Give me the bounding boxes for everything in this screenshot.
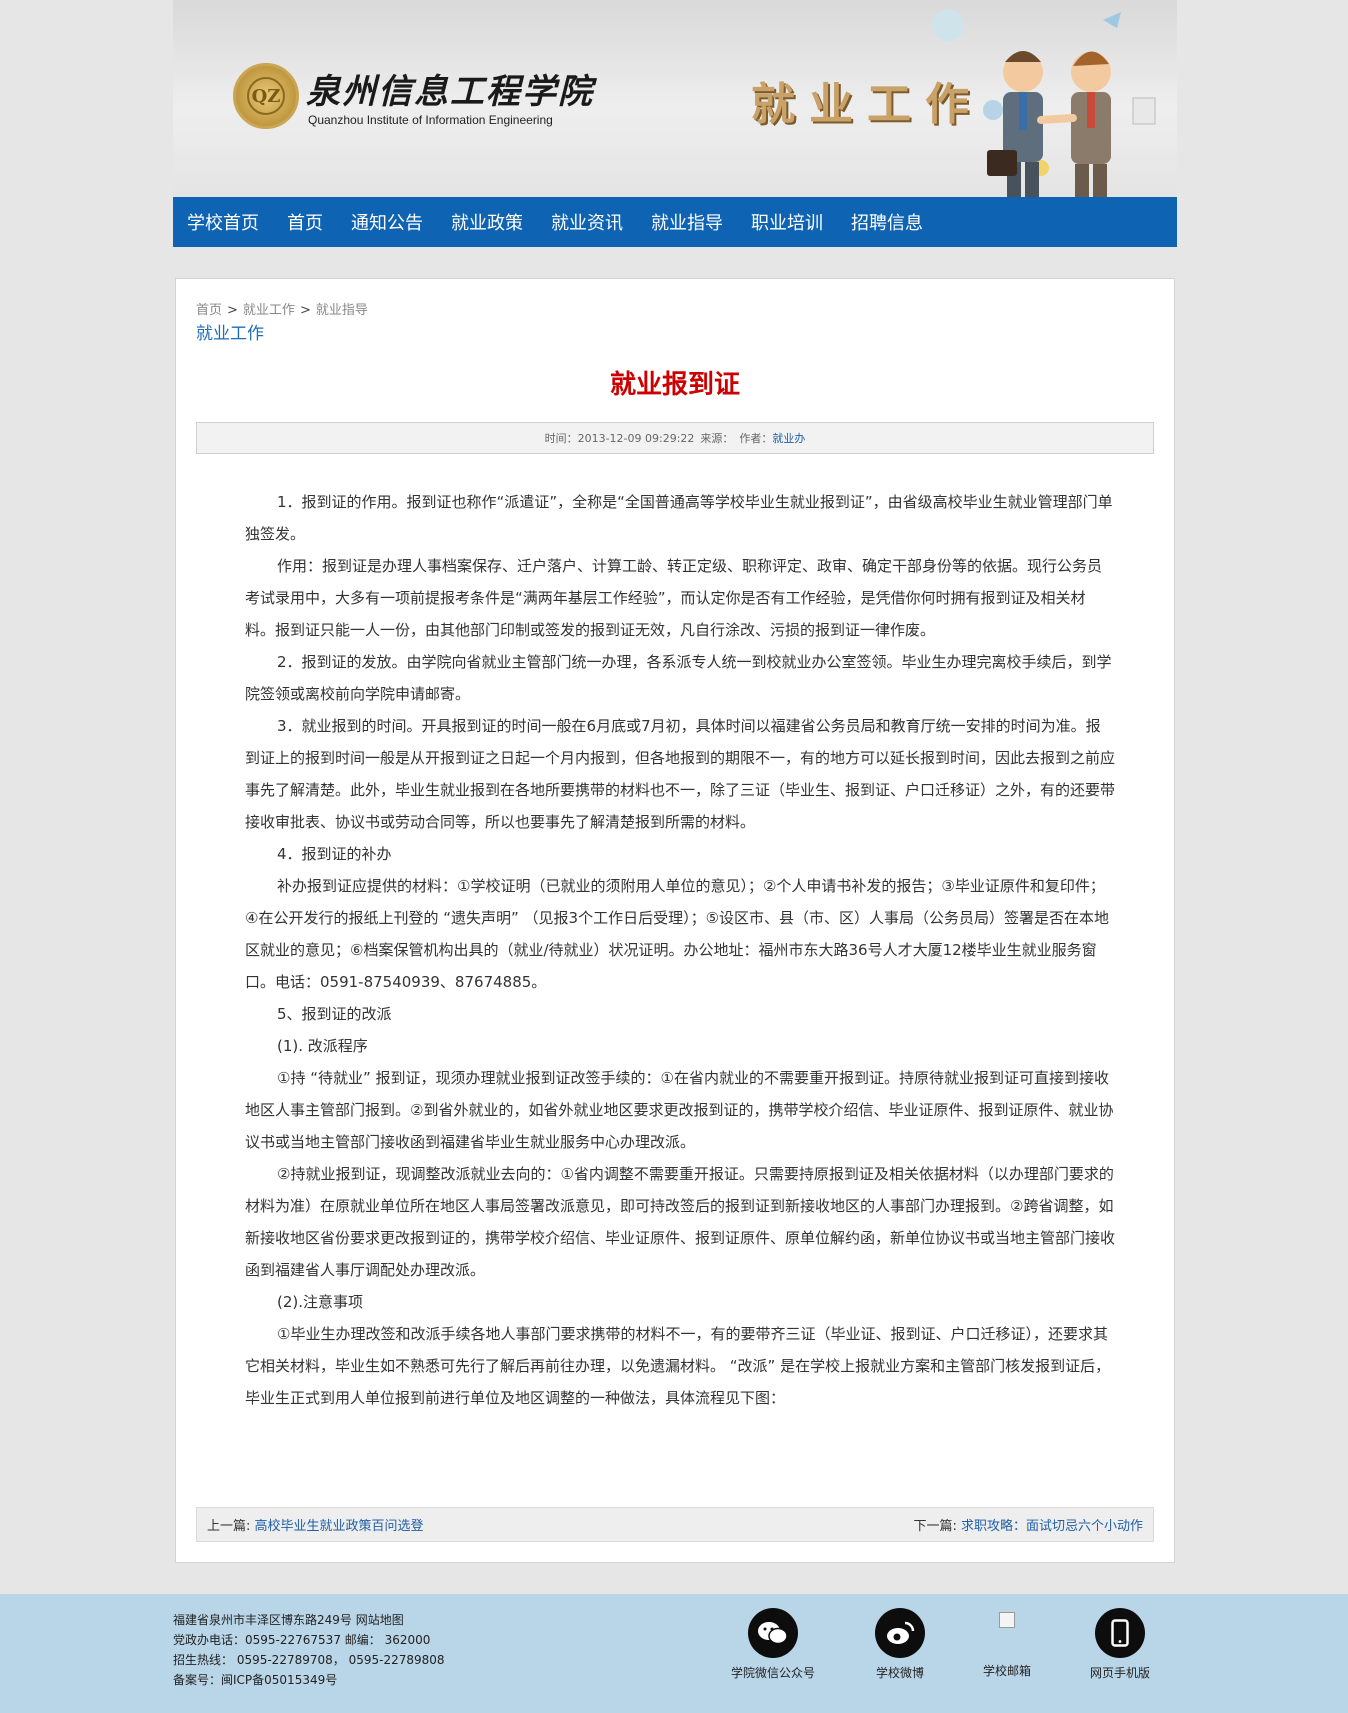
meta-author-label: 作者： xyxy=(739,432,773,445)
school-name-cn: 泉州信息工程学院 xyxy=(306,72,594,112)
article-meta: 时间： 2013-12-09 09:29:22 来源： 作者： 就业办 xyxy=(196,422,1154,454)
meta-time: 2013-12-09 09:29:22 xyxy=(577,431,695,445)
breadcrumb-guidance[interactable]: 就业指导 xyxy=(316,303,368,318)
article-paragraph: ②持就业报到证，现调整改派就业去向的：①省内调整不需要重开报证。只需要持原报到证… xyxy=(245,1165,1116,1279)
footer-mobile[interactable]: 网页手机版 xyxy=(1065,1608,1175,1681)
footer-mobile-label: 网页手机版 xyxy=(1089,1666,1150,1680)
nav-employment-policy[interactable]: 就业政策 xyxy=(451,209,523,235)
breadcrumb-separator: > xyxy=(227,303,238,318)
article-paragraph: ①持 “待就业” 报到证，现须办理就业报到证改签手续的：①在省内就业的不需要重开… xyxy=(245,1069,1114,1151)
article-paragraph: 5、报到证的改派 xyxy=(277,1005,392,1023)
school-seal-inner: QZ xyxy=(247,77,285,115)
footer-info: 福建省泉州市丰泽区博东路249号 网站地图 党政办电话：0595-2276753… xyxy=(173,1610,445,1690)
breadcrumb-separator: > xyxy=(299,303,311,318)
article-paragraph: 2．报到证的发放。由学院向省就业主管部门统一办理，各系派专人统一到校就业办公室签… xyxy=(245,653,1112,703)
header-banner: QZ 泉州信息工程学院 Quanzhou Institute of Inform… xyxy=(173,0,1177,197)
footer-admissions: 招生热线： 0595-22789708， 0595-22789808 xyxy=(173,1653,445,1667)
weibo-icon xyxy=(875,1608,925,1658)
mobile-phone-icon xyxy=(1095,1608,1145,1658)
meta-source-label: 来源： xyxy=(700,432,734,445)
nav-home[interactable]: 首页 xyxy=(287,209,323,235)
school-seal-logo[interactable]: QZ xyxy=(233,63,299,129)
article-paragraph: (2).注意事项 xyxy=(277,1293,364,1311)
footer: 福建省泉州市丰泽区博东路249号 网站地图 党政办电话：0595-2276753… xyxy=(0,1594,1348,1713)
footer-wechat-label: 学院微信公众号 xyxy=(730,1666,815,1680)
article-title: 就业报到证 xyxy=(609,370,740,400)
breadcrumb: 首页 > 就业工作 > 就业指导 xyxy=(196,299,368,318)
article-paragraph: 作用：报到证是办理人事档案保存、迁户落户、计算工龄、转正定级、职称评定、政审、确… xyxy=(245,557,1103,639)
next-article-link[interactable]: 求职攻略：面试切忌六个小动作 xyxy=(961,1519,1143,1534)
prev-label: 上一篇: xyxy=(207,1519,251,1534)
meta-author[interactable]: 就业办 xyxy=(772,430,805,446)
footer-address: 福建省泉州市丰泽区博东路249号 网站地图 xyxy=(173,1613,404,1627)
nav-employment-guidance[interactable]: 就业指导 xyxy=(651,209,723,235)
wechat-icon xyxy=(748,1608,798,1658)
section-name: 就业工作 xyxy=(196,324,264,344)
article-paragraph: 1．报到证的作用。报到证也称作“派遣证”，全称是“全国普通高等学校毕业生就业报到… xyxy=(245,493,1113,543)
nav-recruitment-info[interactable]: 招聘信息 xyxy=(851,209,923,235)
main-nav: 学校首页 首页 通知公告 就业政策 就业资讯 就业指导 职业培训 招聘信息 xyxy=(173,197,1177,247)
footer-wechat[interactable]: 学院微信公众号 xyxy=(718,1608,828,1681)
nav-notices[interactable]: 通知公告 xyxy=(351,209,423,235)
article-body: 1．报到证的作用。报到证也称作“派遣证”，全称是“全国普通高等学校毕业生就业报到… xyxy=(245,486,1115,1414)
footer-weibo-label: 学校微博 xyxy=(875,1666,924,1680)
prev-article: 上一篇: 高校毕业生就业政策百问选登 xyxy=(207,1515,424,1534)
article-paragraph: ①毕业生办理改签和改派手续各地人事部门要求携带的材料不一，有的要带齐三证（毕业证… xyxy=(245,1325,1111,1407)
meta-time-label: 时间： xyxy=(544,432,578,445)
footer-phone: 党政办电话：0595-22767537 邮编： 362000 xyxy=(173,1633,431,1647)
breadcrumb-employment[interactable]: 就业工作 xyxy=(243,303,295,318)
article-paragraph: 补办报到证应提供的材料：①学校证明（已就业的须附用人单位的意见）；②个人申请书补… xyxy=(245,877,1110,991)
chat-bubble-icon xyxy=(932,9,964,41)
next-label: 下一篇: xyxy=(913,1519,957,1534)
nav-employment-news[interactable]: 就业资讯 xyxy=(551,209,623,235)
prev-next-bar: 上一篇: 高校毕业生就业政策百问选登 下一篇: 求职攻略：面试切忌六个小动作 xyxy=(196,1507,1154,1542)
footer-email-label: 学校邮箱 xyxy=(982,1664,1031,1678)
handshake-illustration xyxy=(932,9,1156,197)
broken-image-icon xyxy=(999,1612,1015,1628)
article-paragraph: 4．报到证的补办 xyxy=(277,845,392,863)
article-paragraph: (1). 改派程序 xyxy=(277,1037,368,1055)
content-panel: 首页 > 就业工作 > 就业指导 就业工作 就业报到证 时间： 2013-12-09 0… xyxy=(175,278,1175,1563)
footer-email[interactable]: 学校邮箱 xyxy=(952,1608,1062,1679)
footer-weibo[interactable]: 学校微博 xyxy=(845,1608,955,1681)
article-paragraph: 3．就业报到的时间。开具报到证的时间一般在6月底或7月初，具体时间以福建省公务员… xyxy=(245,717,1116,831)
footer-icp: 备案号：闽ICP备05015349号 xyxy=(173,1673,338,1687)
nav-school-home[interactable]: 学校首页 xyxy=(187,209,259,235)
breadcrumb-home[interactable]: 首页 xyxy=(196,303,222,318)
school-name-en: Quanzhou Institute of Information Engine… xyxy=(308,113,553,127)
prev-article-link[interactable]: 高校毕业生就业政策百问选登 xyxy=(255,1519,424,1534)
nav-career-training[interactable]: 职业培训 xyxy=(751,209,823,235)
next-article: 下一篇: 求职攻略：面试切忌六个小动作 xyxy=(913,1515,1143,1534)
